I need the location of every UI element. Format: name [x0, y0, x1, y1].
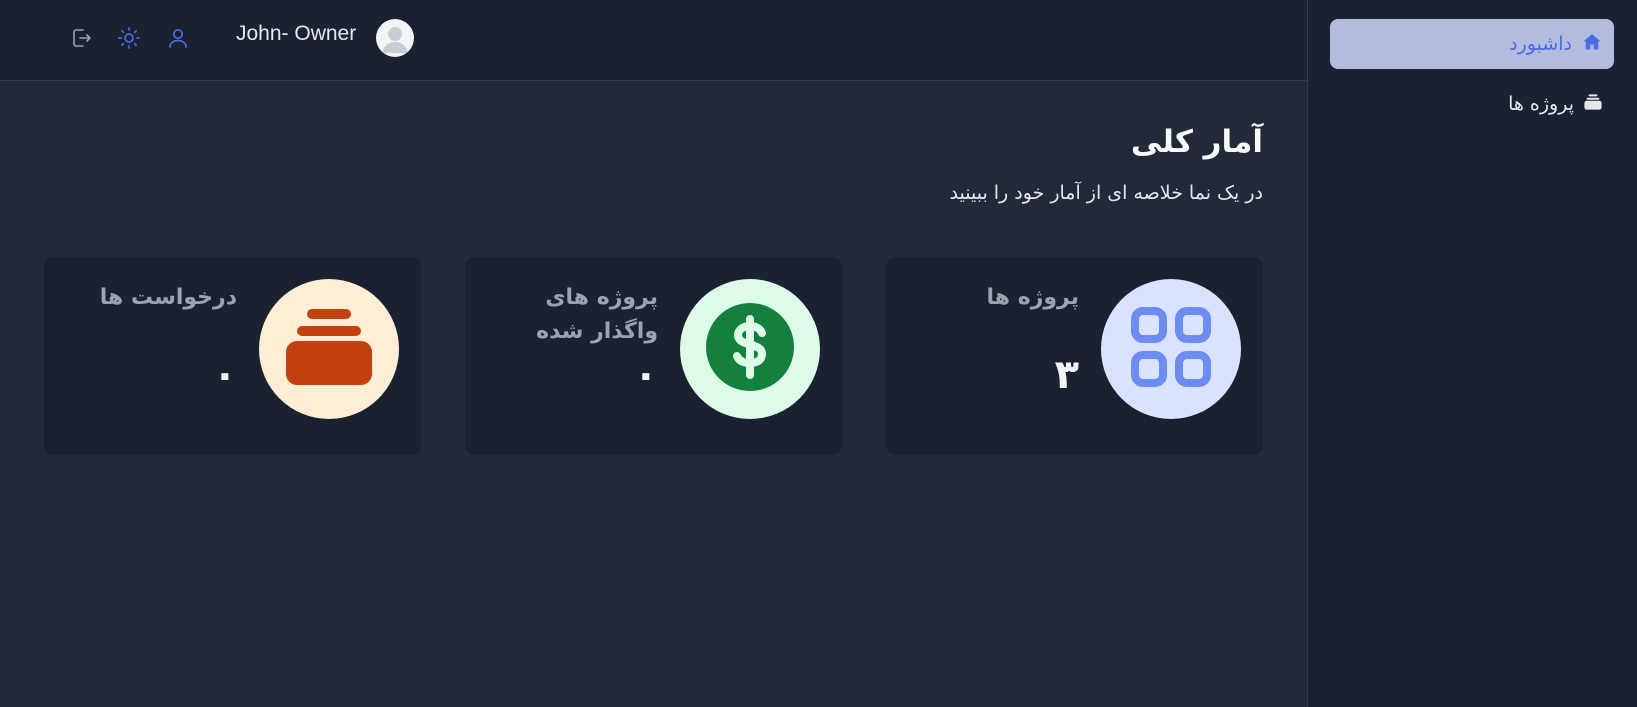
user-name: John- Owner: [236, 22, 357, 45]
page-subtitle: در یک نما خلاصه ای از آمار خود را ببینید: [949, 182, 1263, 204]
avatar[interactable]: [376, 19, 414, 57]
stat-label: پروژه های واگذار شده: [536, 285, 658, 344]
page-title: آمار کلی: [1130, 124, 1263, 160]
stat-value: ۰: [633, 352, 658, 398]
stat-label: پروژه ها: [986, 285, 1079, 310]
sidebar: داشبورد پروژه ها: [1307, 0, 1637, 707]
sidebar-item-projects[interactable]: پروژه ها: [1330, 91, 1614, 117]
stat-value: ۳: [1054, 352, 1079, 398]
sidebar-item-label: داشبورد: [1509, 33, 1572, 55]
stat-card-requests: درخواست ها ۰: [44, 257, 421, 455]
app-root: John- Owner آمار کلی در یک نما خلاصه ای …: [0, 0, 1637, 707]
stat-value: ۰: [212, 352, 237, 398]
grid-icon: [1129, 305, 1213, 393]
sun-icon[interactable]: [117, 26, 141, 50]
logout-icon[interactable]: [69, 26, 93, 50]
top-bar: John- Owner: [0, 0, 1307, 81]
projects-icon-circle: [1101, 279, 1241, 419]
stack-icon: [284, 307, 374, 391]
stack-icon: [1584, 93, 1602, 116]
stat-label: درخواست ها: [99, 285, 237, 310]
home-icon: [1582, 32, 1602, 57]
stat-card-projects: پروژه ها ۳: [886, 257, 1263, 455]
dollar-icon: [706, 303, 794, 395]
requests-icon-circle: [259, 279, 399, 419]
user-icon[interactable]: [166, 26, 190, 50]
sidebar-item-dashboard[interactable]: داشبورد: [1330, 19, 1614, 69]
sidebar-item-label: پروژه ها: [1508, 93, 1574, 115]
assigned-icon-circle: [680, 279, 820, 419]
stat-card-assigned-projects: پروژه های واگذار شده ۰: [465, 257, 842, 455]
